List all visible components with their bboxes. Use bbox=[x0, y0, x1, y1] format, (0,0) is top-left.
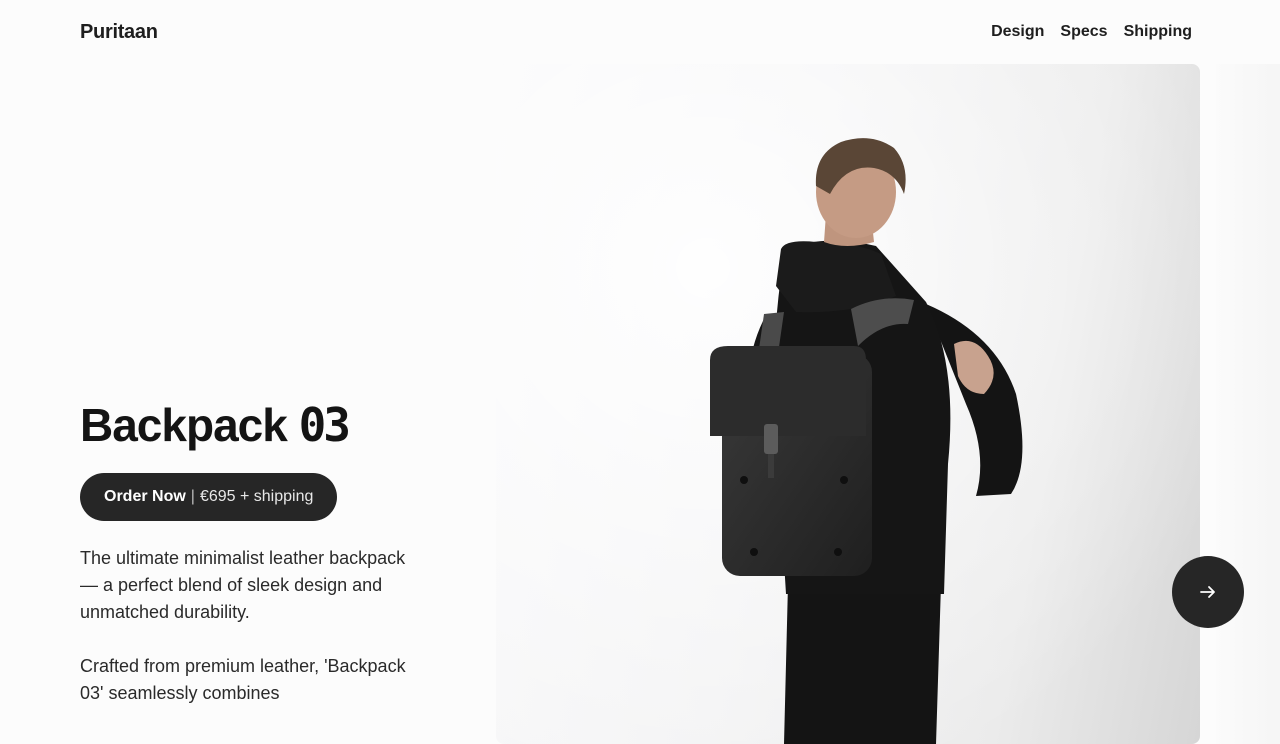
order-separator: | bbox=[190, 487, 195, 505]
next-slide-peek bbox=[1216, 64, 1280, 744]
next-slide-button[interactable] bbox=[1172, 556, 1244, 628]
description-paragraph-1: The ultimate minimalist leather backpack… bbox=[80, 547, 406, 622]
order-now-label: Order Now bbox=[104, 487, 186, 505]
order-now-button[interactable]: Order Now | €695 + shipping bbox=[80, 472, 338, 521]
nav-specs[interactable]: Specs bbox=[1060, 23, 1107, 41]
brand-logo[interactable]: Puritaan bbox=[80, 21, 158, 44]
order-price: €695 + shipping bbox=[199, 487, 314, 505]
main-nav: Design Specs Shipping bbox=[991, 23, 1192, 41]
backpack-model-illustration bbox=[496, 64, 1200, 744]
product-title-number: 03 bbox=[298, 398, 351, 452]
product-intro: Backpack 03 Order Now | €695 + shipping … bbox=[80, 400, 420, 707]
site-header: Puritaan Design Specs Shipping bbox=[0, 0, 1280, 64]
product-photo bbox=[496, 64, 1200, 744]
product-description: The ultimate minimalist leather backpack… bbox=[80, 545, 420, 707]
nav-shipping[interactable]: Shipping bbox=[1124, 23, 1192, 41]
nav-design[interactable]: Design bbox=[991, 23, 1044, 41]
arrow-right-icon bbox=[1200, 586, 1215, 598]
product-title: Backpack 03 bbox=[80, 400, 420, 451]
product-title-text: Backpack bbox=[80, 399, 299, 451]
description-paragraph-2: Crafted from premium leather, 'Backpack … bbox=[80, 655, 406, 703]
